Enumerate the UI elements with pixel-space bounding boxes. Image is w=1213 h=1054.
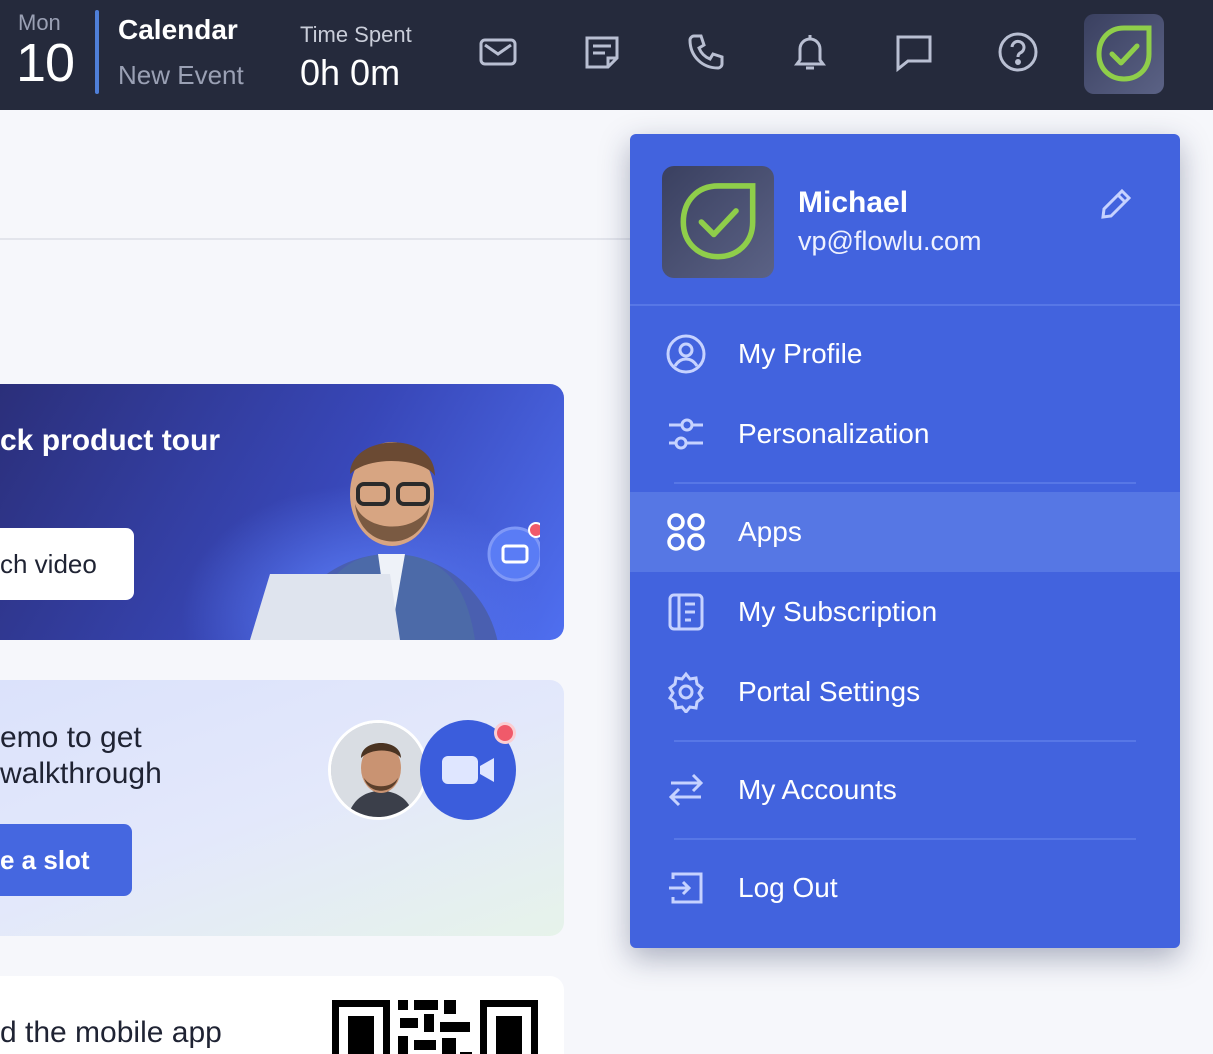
mobile-app-card: d the mobile app (0, 976, 564, 1054)
menu-item-label: My Profile (738, 338, 863, 369)
chat-icon[interactable] (890, 28, 938, 76)
user-avatar-button[interactable] (1084, 14, 1164, 94)
menu-item-log-out[interactable]: Log Out (630, 848, 1180, 928)
account-header: Michael vp@flowlu.com (630, 134, 1180, 306)
menu-separator (674, 740, 1136, 742)
notes-icon[interactable] (578, 28, 626, 76)
menu-item-label: Log Out (738, 872, 838, 903)
account-email: vp@flowlu.com (798, 226, 982, 256)
new-event-link[interactable]: New Event (118, 60, 244, 91)
menu-item-label: Portal Settings (738, 676, 921, 707)
menu-separator (674, 482, 1136, 484)
watch-video-button[interactable]: ch video (0, 528, 134, 600)
menu-item-label: My Subscription (738, 596, 938, 627)
sliders-icon (664, 412, 708, 456)
book-slot-button[interactable]: e a slot (0, 824, 132, 896)
presenter-illustration (250, 442, 540, 640)
time-spent-value[interactable]: 0h 0m (300, 52, 400, 94)
bell-icon[interactable] (786, 28, 834, 76)
menu-item-my-subscription[interactable]: My Subscription (630, 572, 1180, 652)
date-day-number: 10 (16, 33, 75, 93)
product-tour-title: ck product tour (0, 424, 221, 457)
subscription-icon (664, 590, 708, 634)
user-circle-icon (664, 332, 708, 376)
logout-icon (664, 866, 708, 910)
menu-item-my-profile[interactable]: My Profile (630, 314, 1180, 394)
shield-check-icon (680, 183, 756, 260)
product-tour-card: ck product tour ch video (0, 384, 564, 640)
account-avatar (662, 166, 774, 278)
demo-title: emo to get walkthrough (0, 721, 162, 790)
switch-arrows-icon (664, 768, 708, 812)
account-dropdown-menu: Michael vp@flowlu.com My Profile Persona… (630, 134, 1180, 948)
menu-item-label: My Accounts (738, 774, 897, 805)
menu-separator (674, 838, 1136, 840)
mobile-app-title: d the mobile app (0, 1016, 222, 1049)
mail-icon[interactable] (474, 28, 522, 76)
apps-grid-icon (664, 510, 708, 554)
gear-icon (664, 670, 708, 714)
time-spent-label: Time Spent (300, 22, 412, 47)
menu-item-personalization[interactable]: Personalization (630, 394, 1180, 474)
menu-item-apps[interactable]: Apps (630, 492, 1180, 572)
date-divider (95, 10, 99, 94)
help-icon[interactable] (994, 28, 1042, 76)
calendar-title[interactable]: Calendar (118, 14, 238, 46)
consultant-avatar (328, 720, 428, 820)
qr-code (332, 1000, 538, 1054)
demo-card: emo to get walkthrough e a slot (0, 680, 564, 936)
shield-check-icon (1096, 25, 1152, 82)
content-divider (0, 238, 630, 240)
top-bar: Mon 10 Calendar New Event Time Spent 0h … (0, 0, 1213, 110)
notification-dot (494, 722, 516, 744)
menu-item-label: Personalization (738, 418, 930, 449)
menu-item-portal-settings[interactable]: Portal Settings (630, 652, 1180, 732)
account-name: Michael (798, 186, 909, 219)
menu-item-label: Apps (738, 516, 802, 547)
pencil-icon[interactable] (1098, 186, 1134, 222)
menu-item-my-accounts[interactable]: My Accounts (630, 750, 1180, 830)
phone-icon[interactable] (682, 28, 730, 76)
